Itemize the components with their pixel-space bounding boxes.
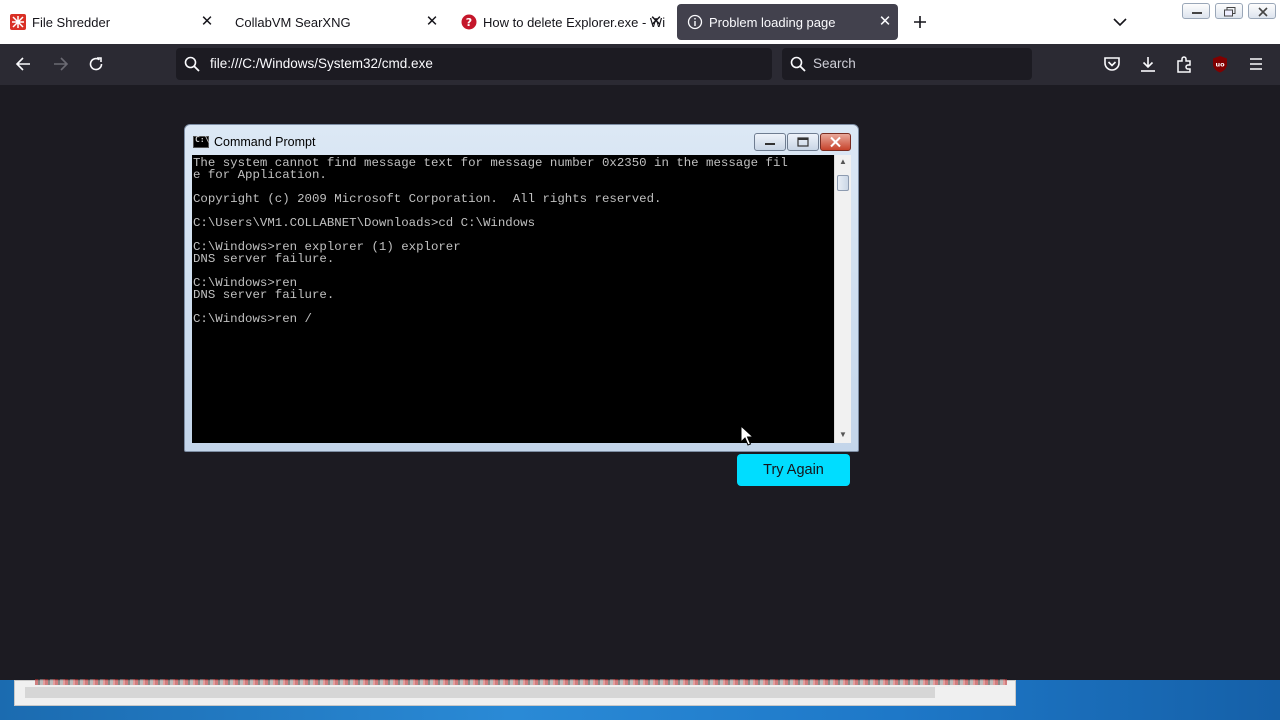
close-tab-icon[interactable]: ✕ <box>647 13 665 31</box>
tab-how-to-delete-explorer[interactable]: ? How to delete Explorer.exe - Wi ✕ <box>451 4 669 40</box>
minimize-icon <box>1192 12 1202 14</box>
window-titlebar[interactable]: C:\ Command Prompt <box>185 125 858 155</box>
new-tab-button[interactable] <box>908 10 932 34</box>
navigation-toolbar: file:///C:/Windows/System32/cmd.exe Sear… <box>0 44 1280 85</box>
back-arrow-icon <box>15 57 30 71</box>
plus-icon <box>914 16 926 28</box>
reload-icon <box>89 57 103 71</box>
console-scrollbar[interactable]: ▲ ▼ <box>834 155 851 443</box>
horizontal-scrollbar-thumb[interactable] <box>25 687 935 698</box>
puzzle-icon <box>1177 56 1191 73</box>
console-text: The system cannot find message text for … <box>192 155 834 325</box>
horizontal-scrollbar[interactable] <box>14 679 1016 706</box>
svg-text:uo: uo <box>1215 61 1225 69</box>
search-icon <box>790 56 806 72</box>
download-icon <box>1141 57 1155 72</box>
pocket-button[interactable] <box>1102 54 1122 74</box>
close-icon <box>830 136 841 148</box>
downloads-button[interactable] <box>1138 54 1158 74</box>
try-again-button[interactable]: Try Again <box>737 454 850 486</box>
close-tab-icon[interactable]: ✕ <box>198 13 216 31</box>
cmd-close-button[interactable] <box>820 133 851 151</box>
tab-problem-loading-page[interactable]: Problem loading page ✕ <box>677 4 898 40</box>
svg-text:?: ? <box>466 16 472 29</box>
extensions-button[interactable] <box>1174 54 1194 74</box>
pocket-icon <box>1104 57 1120 71</box>
url-bar[interactable]: file:///C:/Windows/System32/cmd.exe <box>176 48 772 80</box>
search-icon <box>184 56 200 72</box>
tab-strip: File Shredder ✕ CollabVM SearXNG ✕ ? How… <box>0 0 1280 44</box>
forward-button[interactable] <box>50 54 70 74</box>
search-placeholder: Search <box>813 56 856 71</box>
tab-title: How to delete Explorer.exe - Wi <box>483 14 666 30</box>
tab-title: File Shredder <box>32 14 111 30</box>
file-shredder-icon <box>10 14 26 30</box>
console-output[interactable]: The system cannot find message text for … <box>192 155 834 443</box>
search-bar[interactable]: Search <box>782 48 1032 80</box>
command-prompt-icon: C:\ <box>193 135 209 148</box>
close-tab-icon[interactable]: ✕ <box>423 13 441 31</box>
cmd-maximize-button[interactable] <box>787 133 819 151</box>
console-line: e for Application. <box>193 168 327 182</box>
help-icon: ? <box>461 14 477 30</box>
maximize-icon <box>797 137 809 147</box>
info-icon <box>687 14 703 30</box>
console-line: DNS server failure. <box>193 288 335 302</box>
close-window-button[interactable] <box>1248 3 1276 19</box>
restore-window-button[interactable] <box>1215 3 1243 19</box>
console-line: Copyright (c) 2009 Microsoft Corporation… <box>193 192 662 206</box>
url-text[interactable]: file:///C:/Windows/System32/cmd.exe <box>210 56 433 71</box>
ublock-origin-button[interactable]: uo <box>1210 54 1230 74</box>
minimize-icon <box>765 143 775 145</box>
reload-button[interactable] <box>86 54 106 74</box>
tab-file-shredder[interactable]: File Shredder ✕ <box>0 4 220 40</box>
chevron-down-icon <box>1113 18 1127 27</box>
restore-icon <box>1224 7 1236 17</box>
console-line: DNS server failure. <box>193 252 335 266</box>
console-line: C:\Windows>ren / <box>193 312 312 326</box>
forward-arrow-icon <box>54 57 69 71</box>
hamburger-menu-icon <box>1250 58 1262 70</box>
command-prompt-window[interactable]: C:\ Command Prompt The system cannot fin… <box>184 124 859 452</box>
list-all-tabs-button[interactable] <box>1110 12 1130 32</box>
app-menu-button[interactable] <box>1246 54 1266 74</box>
console-line: C:\Users\VM1.COLLABNET\Downloads>cd C:\W… <box>193 216 536 230</box>
scroll-up-icon[interactable]: ▲ <box>839 157 847 166</box>
tab-collabvm-searxng[interactable]: CollabVM SearXNG ✕ <box>225 4 445 40</box>
garbled-text-strip <box>35 679 1007 685</box>
minimize-window-button[interactable] <box>1182 3 1210 19</box>
mouse-cursor-icon <box>740 425 754 446</box>
back-button[interactable] <box>14 54 34 74</box>
scroll-down-icon[interactable]: ▼ <box>839 430 847 439</box>
cmd-minimize-button[interactable] <box>754 133 786 151</box>
scrollbar-thumb[interactable] <box>837 175 849 191</box>
close-icon <box>1258 7 1268 17</box>
window-title: Command Prompt <box>214 135 316 149</box>
tab-title: Problem loading page <box>709 14 836 30</box>
close-tab-icon[interactable]: ✕ <box>876 13 894 31</box>
ublock-origin-icon: uo <box>1213 56 1227 73</box>
tab-title: CollabVM SearXNG <box>235 14 351 30</box>
